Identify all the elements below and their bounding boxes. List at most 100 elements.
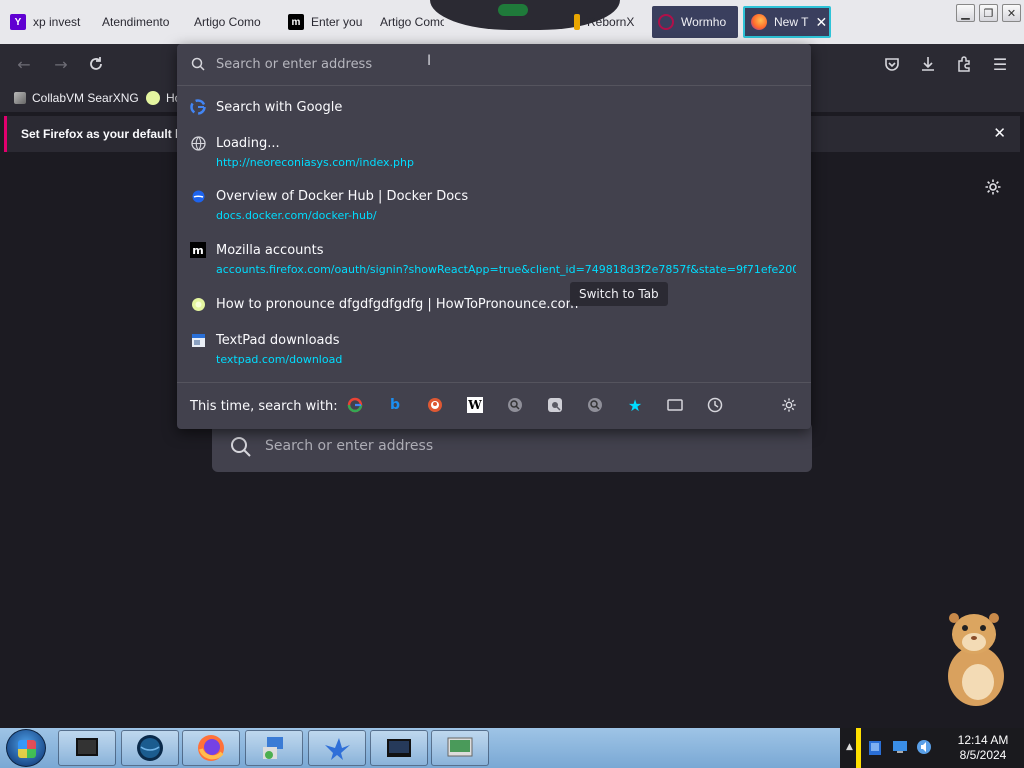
google-icon[interactable]: [347, 397, 363, 413]
back-icon[interactable]: ←: [14, 54, 34, 74]
tab-label: Wormho: [681, 15, 727, 29]
tab-label: Enter you: [311, 15, 363, 29]
tab-wormhole[interactable]: Wormho: [652, 6, 738, 38]
textpad-icon: [190, 332, 206, 348]
search-icon: [231, 437, 251, 457]
restore-icon[interactable]: ❐: [979, 4, 998, 22]
search-engine-icon[interactable]: [507, 397, 523, 413]
taskbar-app-video[interactable]: [370, 730, 428, 766]
volume-icon[interactable]: [916, 739, 932, 755]
firefox-icon: [198, 735, 224, 761]
taskbar-app-globe[interactable]: [121, 730, 179, 766]
clock[interactable]: 12:14 AM 8/5/2024: [945, 733, 1021, 763]
mozilla-icon: m: [190, 242, 206, 258]
bing-icon[interactable]: b: [387, 397, 403, 413]
globe-app-icon: [137, 735, 163, 761]
tab-artigo-como-1[interactable]: Artigo Como: [188, 6, 268, 38]
mozilla-icon: m: [288, 14, 304, 30]
bookmarks-star-icon[interactable]: ★: [627, 396, 643, 415]
duckduckgo-icon[interactable]: [427, 397, 443, 413]
globe-icon: [190, 135, 206, 151]
hamster-sticker: [948, 613, 1004, 706]
result-title: Mozilla accounts: [216, 243, 324, 258]
rebornx-icon: [574, 14, 580, 30]
pocket-icon[interactable]: [882, 54, 902, 74]
result-docker-hub[interactable]: Overview of Docker Hub | Docker Docs doc…: [177, 185, 811, 225]
text-cursor-icon: I: [427, 53, 432, 69]
result-url: accounts.firefox.com/oauth/signin?showRe…: [216, 263, 796, 276]
docker-icon: [190, 188, 206, 204]
tab-rebornx[interactable]: RebornX: [568, 6, 644, 38]
taskbar-app-display[interactable]: [431, 730, 489, 766]
clock-date: 8/5/2024: [959, 748, 1007, 762]
close-tab-icon[interactable]: ✕: [815, 14, 827, 31]
bookmark-collabvm[interactable]: CollabVM SearXNG: [14, 91, 139, 105]
tab-new-tab[interactable]: New T ✕: [743, 6, 831, 38]
tab-label: xp invest: [33, 15, 81, 29]
extensions-icon[interactable]: [954, 54, 974, 74]
result-textpad[interactable]: TextPad downloads textpad.com/download: [177, 329, 811, 369]
result-howtopronounce[interactable]: How to pronounce dfgdfgdfgdfg | HowToPro…: [177, 282, 811, 319]
taskbar-app-firefox[interactable]: [182, 730, 240, 766]
settings-gear-icon[interactable]: [984, 178, 1002, 196]
taskbar-app-bird[interactable]: [308, 730, 366, 766]
tab-label: Artigo Como: [380, 15, 444, 29]
minimize-icon[interactable]: ▁: [956, 4, 975, 22]
bookmark-label: CollabVM SearXNG: [32, 91, 139, 105]
result-title: Search with Google: [216, 100, 343, 115]
howtopronounce-icon: [146, 91, 160, 105]
search-engine-icon[interactable]: [587, 397, 603, 413]
divider: [177, 85, 811, 86]
forward-icon[interactable]: →: [51, 54, 71, 74]
menu-icon[interactable]: ☰: [990, 54, 1010, 74]
downloads-icon[interactable]: [918, 54, 938, 74]
result-url: docs.docker.com/docker-hub/: [216, 209, 377, 222]
leaf-shape: [498, 4, 528, 16]
tab-atendimento[interactable]: Atendimento: [96, 6, 176, 38]
tab-xp-invest[interactable]: Y xp invest: [4, 6, 90, 38]
taskbar: ▲ 12:14 AM 8/5/2024: [0, 728, 1024, 768]
amazon-icon[interactable]: [547, 397, 563, 413]
newtab-search-placeholder: Search or enter address: [265, 438, 434, 454]
newtab-search-box[interactable]: Search or enter address: [212, 422, 812, 472]
result-loading[interactable]: Loading... http://neoreconiasys.com/inde…: [177, 132, 811, 172]
close-window-icon[interactable]: ✕: [1002, 4, 1021, 22]
system-tray: ▲ 12:14 AM 8/5/2024: [840, 728, 1024, 768]
tray-divider: [856, 728, 861, 768]
taskbar-app-control-panel[interactable]: [245, 730, 303, 766]
one-off-label: This time, search with:: [190, 399, 338, 414]
result-title: TextPad downloads: [216, 333, 340, 348]
result-url: http://neoreconiasys.com/index.php: [216, 156, 414, 169]
address-bar-placeholder: Search or enter address: [216, 57, 373, 72]
clock-time: 12:14 AM: [957, 733, 1009, 747]
network-icon[interactable]: [868, 740, 882, 756]
notice-text: Set Firefox as your default b: [21, 127, 183, 141]
search-icon: [191, 57, 205, 71]
one-off-search-bar: This time, search with: b W ★: [177, 382, 811, 428]
tab-artigo-como-2[interactable]: Artigo Como: [374, 6, 444, 38]
result-mozilla-accounts[interactable]: m Mozilla accounts accounts.firefox.com/…: [177, 239, 811, 279]
monitor-icon[interactable]: [892, 740, 908, 754]
show-hidden-icons-icon[interactable]: ▲: [846, 742, 853, 752]
reload-icon[interactable]: [86, 54, 106, 74]
wikipedia-icon[interactable]: W: [467, 397, 483, 413]
yahoo-icon: Y: [10, 14, 26, 30]
taskbar-app-terminal[interactable]: [58, 730, 116, 766]
tab-strip: Y xp invest Atendimento Artigo Como m En…: [0, 0, 1024, 44]
tab-label: RebornX: [587, 15, 635, 29]
search-settings-gear-icon[interactable]: [781, 397, 797, 413]
start-button[interactable]: [6, 729, 46, 767]
tabs-icon[interactable]: [667, 397, 683, 413]
control-panel-icon: [263, 737, 283, 759]
close-notice-icon[interactable]: ✕: [993, 124, 1006, 142]
tab-enter-you[interactable]: m Enter you: [282, 6, 364, 38]
howtopronounce-icon: [190, 296, 206, 312]
address-bar[interactable]: Search or enter address I: [177, 44, 811, 84]
history-icon[interactable]: [707, 397, 723, 413]
bird-icon: [325, 738, 350, 760]
result-search-google[interactable]: Search with Google: [177, 96, 811, 122]
video-icon: [387, 739, 411, 757]
result-title: Loading...: [216, 136, 280, 151]
tab-label: Atendimento: [102, 15, 170, 29]
switch-to-tab-button[interactable]: Switch to Tab: [570, 282, 668, 306]
